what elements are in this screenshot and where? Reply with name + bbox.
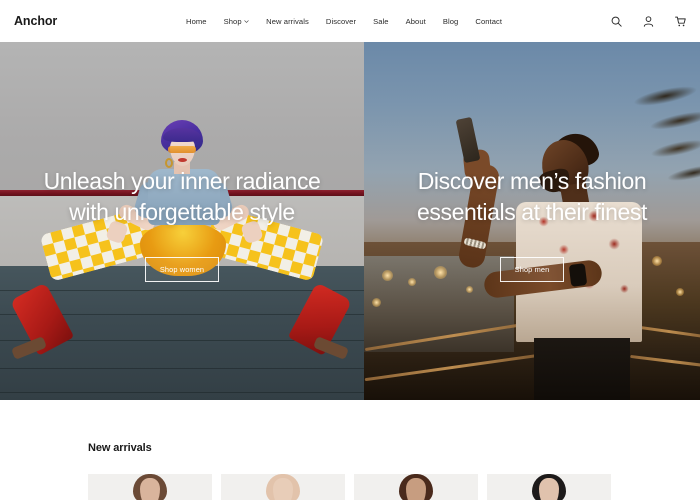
nav-item-about[interactable]: About	[406, 17, 426, 26]
nav-label: Discover	[325, 16, 357, 26]
nav-label: Blog	[442, 16, 459, 26]
cart-icon[interactable]	[674, 15, 687, 28]
nav-item-discover[interactable]: Discover	[326, 17, 356, 26]
site-header: Anchor Home Shop New arrivals Discover S…	[0, 0, 700, 42]
product-image	[266, 474, 300, 500]
product-image	[532, 474, 566, 500]
hero-title-men: Discover men’s fashion essentials at the…	[417, 168, 647, 225]
hero-content-men: Discover men’s fashion essentials at the…	[364, 42, 700, 400]
header-actions	[610, 15, 687, 28]
hero-content-women: Unleash your inner radiance with unforge…	[0, 42, 364, 400]
hero-panel-women[interactable]: Unleash your inner radiance with unforge…	[0, 42, 364, 400]
nav-item-sale[interactable]: Sale	[373, 17, 389, 26]
main-navigation: Home Shop New arrivals Discover Sale Abo…	[186, 17, 502, 26]
shop-men-button[interactable]: Shop men	[499, 257, 565, 282]
shop-women-button[interactable]: Shop women	[144, 257, 220, 282]
product-card[interactable]	[221, 474, 345, 500]
new-arrivals-section: New arrivals	[0, 400, 700, 500]
nav-item-shop[interactable]: Shop	[224, 17, 250, 26]
product-grid	[88, 474, 612, 500]
nav-label: New arrivals	[266, 16, 309, 26]
hero-title-women: Unleash your inner radiance with unforge…	[43, 168, 321, 225]
nav-label: Sale	[373, 16, 389, 26]
nav-item-home[interactable]: Home	[186, 17, 207, 26]
product-card[interactable]	[487, 474, 611, 500]
nav-item-new-arrivals[interactable]: New arrivals	[266, 17, 309, 26]
section-title-new-arrivals: New arrivals	[88, 442, 152, 454]
hero-panel-men[interactable]: Discover men’s fashion essentials at the…	[364, 42, 700, 400]
product-card[interactable]	[88, 474, 212, 500]
nav-label: Home	[186, 16, 207, 26]
search-icon[interactable]	[610, 15, 623, 28]
product-image	[399, 474, 433, 500]
nav-label: About	[405, 16, 426, 26]
nav-item-contact[interactable]: Contact	[475, 17, 502, 26]
nav-item-blog[interactable]: Blog	[443, 17, 459, 26]
account-icon[interactable]	[642, 15, 655, 28]
nav-label: Shop	[223, 16, 242, 26]
product-image	[133, 474, 167, 500]
product-card[interactable]	[354, 474, 478, 500]
hero-section: Unleash your inner radiance with unforge…	[0, 42, 700, 400]
site-logo[interactable]: Anchor	[14, 14, 57, 28]
nav-label: Contact	[475, 16, 503, 26]
chevron-down-icon	[244, 19, 249, 24]
